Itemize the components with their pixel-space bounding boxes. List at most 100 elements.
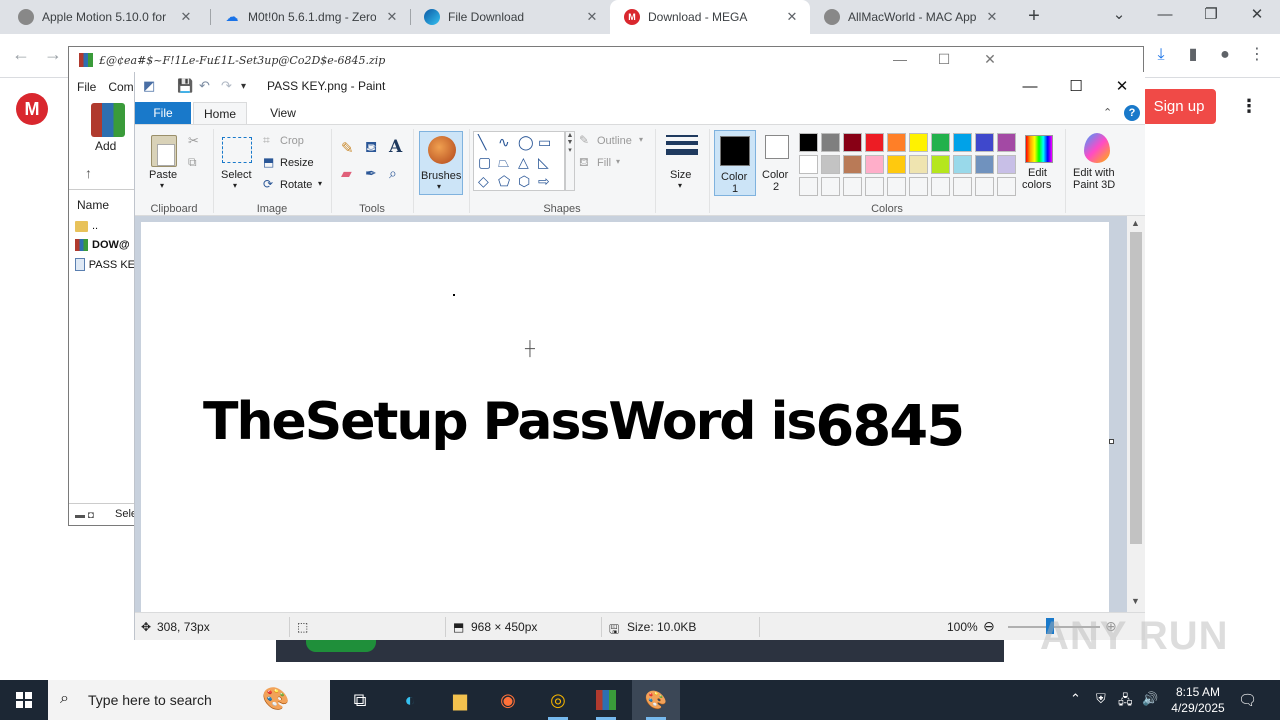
security-icon[interactable]: ⛨ [1096, 691, 1106, 707]
vertical-scrollbar[interactable]: ▲ ▼ [1127, 216, 1145, 612]
browser-tab-mega[interactable]: M Download - MEGA ✕ [610, 0, 810, 34]
tab-file[interactable]: File [135, 102, 191, 124]
size-icon[interactable] [666, 135, 698, 159]
mega-logo[interactable]: M [16, 93, 48, 125]
file-explorer-icon[interactable]: ▆ [446, 686, 474, 714]
chevron-up-icon[interactable]: ⌃ [1103, 106, 1112, 119]
diamond-shape-icon[interactable]: ◇ [478, 174, 489, 188]
task-view-icon[interactable]: ⧉ [346, 686, 374, 714]
palette-swatch[interactable] [909, 155, 928, 174]
crop-button[interactable]: Crop [280, 135, 304, 147]
chevron-down-icon[interactable]: ▾ [678, 181, 682, 190]
chevron-up-icon[interactable]: ⌃ [1070, 691, 1081, 707]
chevron-down-icon[interactable]: ▾ [233, 181, 237, 190]
palette-swatch[interactable] [799, 155, 818, 174]
minimize-icon[interactable]: — [1142, 0, 1188, 32]
paint-minimize-icon[interactable]: — [1007, 75, 1053, 99]
close-icon[interactable]: ✕ [584, 9, 600, 25]
palette-swatch[interactable] [799, 133, 818, 152]
cut-icon[interactable]: ✂ [188, 133, 199, 149]
close-icon[interactable]: ✕ [178, 9, 194, 25]
paste-icon[interactable] [151, 135, 177, 167]
fill-bucket-icon[interactable]: ⛾ [365, 139, 377, 158]
tab-view[interactable]: View [261, 102, 305, 124]
palette-swatch-empty[interactable] [997, 177, 1016, 196]
drawing-canvas[interactable]: ┼ TheSetup PassWord is6845 [141, 222, 1109, 612]
palette-swatch[interactable] [821, 133, 840, 152]
size-button[interactable]: Size [670, 169, 691, 181]
edit-colors-label[interactable]: Edit [1028, 167, 1047, 179]
magnifier-icon[interactable]: ⌕ [389, 165, 397, 182]
palette-swatch[interactable] [887, 133, 906, 152]
fill-icon[interactable]: ⛾ [579, 155, 589, 171]
start-button[interactable] [0, 680, 48, 720]
chevron-down-icon[interactable]: ▾ [639, 135, 643, 144]
crop-icon[interactable]: ⌗ [263, 133, 270, 148]
color-picker-icon[interactable]: ✒ [365, 165, 377, 182]
palette-swatch[interactable] [887, 155, 906, 174]
outline-icon[interactable]: ✎ [579, 133, 589, 147]
chevron-down-icon[interactable]: ▾ [616, 157, 620, 166]
tab-search-icon[interactable]: ⌄ [1096, 0, 1142, 32]
edit-with-paint3d-label[interactable]: Edit with [1073, 167, 1115, 179]
save-icon[interactable]: 💾 [177, 78, 193, 94]
browser-tab-file-download[interactable]: File Download ✕ [410, 0, 610, 34]
winrar-maximize-icon[interactable]: ☐ [929, 51, 959, 71]
browser-tab-apple-motion[interactable]: Apple Motion 5.10.0 for M ✕ [4, 0, 210, 34]
scroll-thumb[interactable] [1130, 232, 1142, 544]
palette-swatch-empty[interactable] [821, 177, 840, 196]
line-shape-icon[interactable]: ╲ [478, 135, 486, 149]
browser-tab-m0t0n[interactable]: ☁ M0t!0n 5.6.1.dmg - Zero ✕ [210, 0, 410, 34]
help-icon[interactable]: ? [1124, 105, 1140, 121]
palette-swatch[interactable] [953, 155, 972, 174]
profile-avatar-icon[interactable]: ● [1214, 44, 1236, 66]
pentagon-shape-icon[interactable]: ⬠ [498, 174, 510, 188]
resize-button[interactable]: Resize [280, 157, 314, 169]
polygon-shape-icon[interactable]: ⏢ [498, 155, 509, 169]
redo-icon[interactable]: ↷ [221, 78, 232, 94]
edit-colors-icon[interactable] [1025, 135, 1053, 163]
select-button[interactable]: Select [221, 169, 252, 181]
scroll-up-icon[interactable]: ▲ [1131, 218, 1140, 228]
paste-button[interactable]: Paste [149, 169, 177, 181]
color2-label[interactable]: Color [762, 169, 788, 181]
forward-icon[interactable]: → [44, 44, 62, 65]
column-header-name[interactable]: Name [77, 198, 109, 212]
palette-swatch-empty[interactable] [975, 177, 994, 196]
rectangle-shape-icon[interactable]: ▭ [538, 135, 551, 149]
outline-button[interactable]: Outline [597, 135, 632, 147]
palette-swatch-empty[interactable] [799, 177, 818, 196]
rotate-icon[interactable]: ⟳ [263, 177, 273, 191]
curve-shape-icon[interactable]: ∿ [498, 135, 510, 149]
brushes-button[interactable]: Brushes ▾ [419, 131, 463, 195]
rounded-rectangle-shape-icon[interactable]: ▢ [478, 155, 491, 169]
paint-icon[interactable]: 🎨 [642, 686, 670, 714]
palette-swatch-empty[interactable] [953, 177, 972, 196]
rotate-button[interactable]: Rotate [280, 179, 312, 191]
downloads-icon[interactable]: ⤓ [1150, 44, 1172, 66]
pencil-icon[interactable]: ✎ [341, 139, 354, 157]
restore-icon[interactable]: ❐ [1188, 0, 1234, 32]
winrar-menu-commands[interactable]: Com [108, 80, 133, 94]
oval-shape-icon[interactable]: ◯ [518, 135, 534, 149]
winrar-minimize-icon[interactable]: — [885, 51, 915, 71]
text-tool-icon[interactable]: A [389, 137, 402, 157]
back-icon[interactable]: ← [12, 44, 30, 65]
palette-swatch[interactable] [953, 133, 972, 152]
winrar-close-icon[interactable]: ✕ [975, 51, 1005, 71]
canvas-resize-handle[interactable] [1109, 439, 1114, 444]
paint-close-icon[interactable]: ✕ [1099, 75, 1145, 99]
chevron-down-icon[interactable]: ▾ [318, 179, 322, 188]
zoom-out-icon[interactable]: ⊖ [983, 618, 995, 635]
close-icon[interactable]: ✕ [384, 9, 400, 25]
close-window-icon[interactable]: ✕ [1234, 0, 1280, 32]
taskbar-search[interactable]: ⌕ Type here to search 🎨 [48, 680, 330, 720]
mega-menu-icon[interactable]: ⋮ [1240, 96, 1258, 117]
color2-swatch[interactable] [765, 135, 789, 159]
new-tab-button[interactable]: + [1022, 5, 1046, 29]
arrow-shape-icon[interactable]: ⇨ [538, 174, 550, 188]
eraser-icon[interactable]: ▰ [341, 165, 352, 182]
palette-swatch[interactable] [821, 155, 840, 174]
fill-button[interactable]: Fill [597, 157, 611, 169]
palette-swatch-empty[interactable] [931, 177, 950, 196]
